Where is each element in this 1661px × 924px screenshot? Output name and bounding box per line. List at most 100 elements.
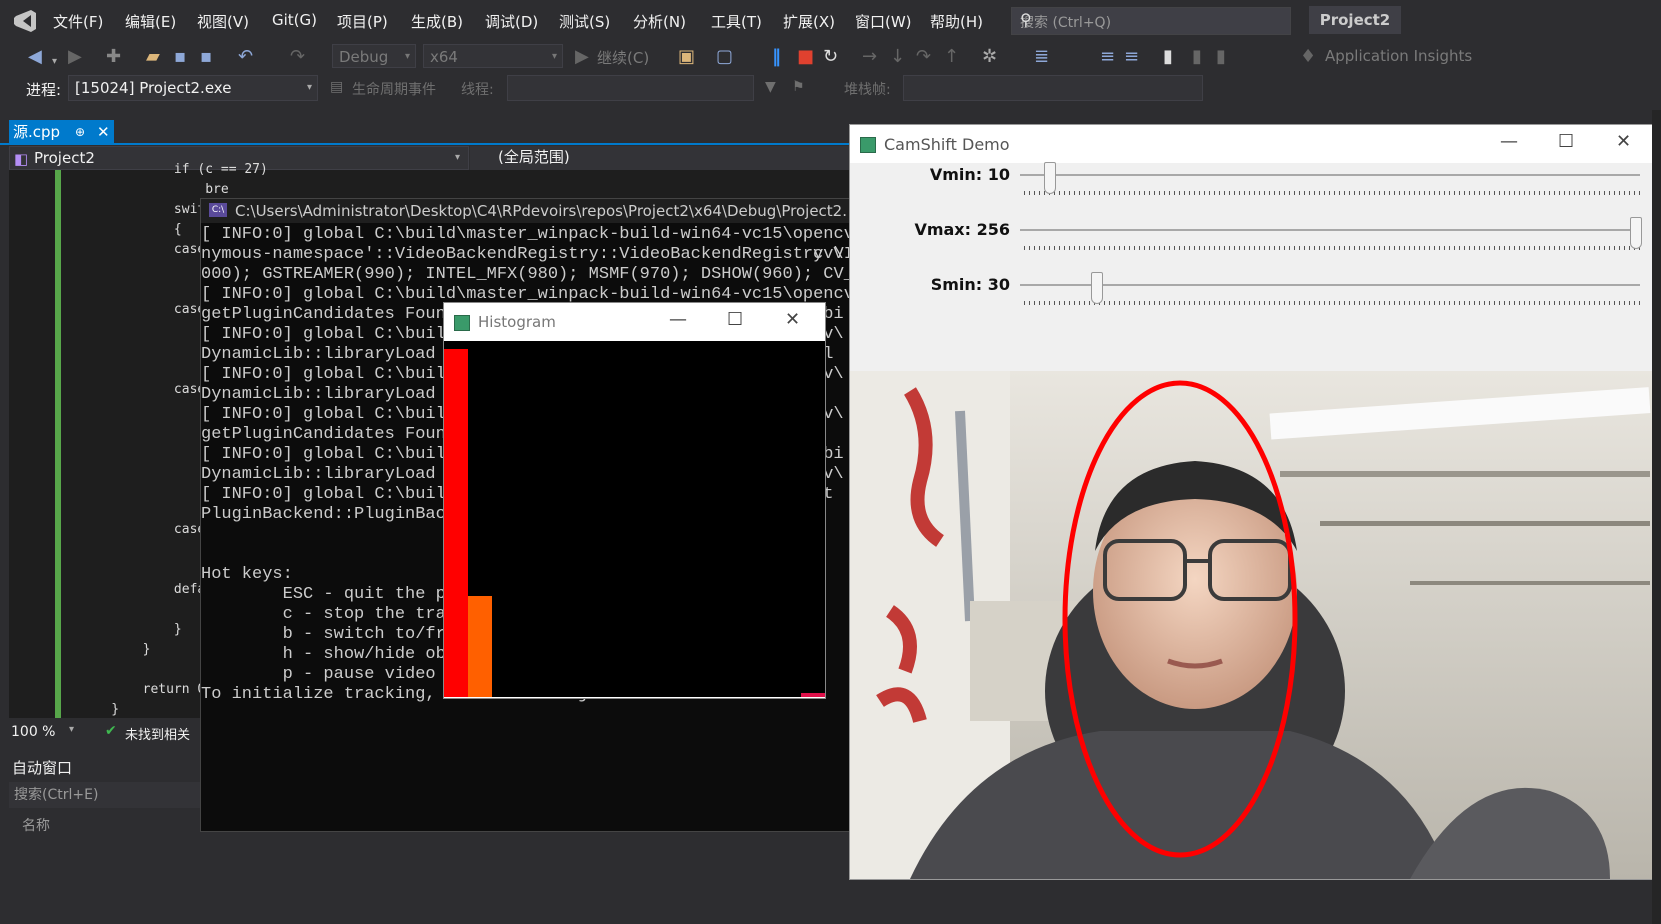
- menu-item[interactable]: 窗口(W): [855, 11, 912, 32]
- redo-icon[interactable]: ↷: [290, 47, 305, 67]
- step-into-icon[interactable]: ↓: [890, 47, 905, 67]
- histogram-window[interactable]: Histogram — ☐ ✕: [443, 302, 826, 699]
- minimize-icon[interactable]: —: [1500, 131, 1518, 152]
- step-over-icon[interactable]: ↷: [916, 47, 931, 67]
- save-all-icon[interactable]: ▪: [200, 47, 212, 67]
- search-box[interactable]: 搜索 (Ctrl+Q) ⚲: [1011, 7, 1291, 35]
- maximize-icon[interactable]: ☐: [1558, 131, 1574, 152]
- menu-item[interactable]: 生成(B): [411, 11, 463, 32]
- comment-icon[interactable]: ≣: [1034, 47, 1049, 67]
- filter-icon[interactable]: ▼: [765, 79, 776, 95]
- tab-source-cpp[interactable]: 源.cpp ⊕ ✕: [9, 120, 114, 144]
- close-icon[interactable]: ✕: [785, 309, 800, 330]
- save-icon[interactable]: ▪: [174, 47, 186, 67]
- step-out-icon[interactable]: ↑: [944, 47, 959, 67]
- process-value: [15024] Project2.exe: [75, 79, 232, 97]
- undo-icon[interactable]: ↶: [238, 47, 253, 67]
- maximize-icon[interactable]: ☐: [727, 309, 743, 330]
- show-next-statement-icon[interactable]: →: [862, 47, 877, 67]
- lifecycle-icon[interactable]: ▤: [330, 79, 343, 95]
- camshift-window[interactable]: CamShift Demo — ☐ ✕ Vmin: 10 Vmax: 256 Smi…: [849, 124, 1654, 880]
- next-bookmark-icon[interactable]: ▮: [1216, 47, 1226, 67]
- pin-icon[interactable]: ⊕: [75, 120, 85, 144]
- menu-item[interactable]: 扩展(X): [783, 11, 835, 32]
- hot-reload-icon[interactable]: ✲: [982, 47, 997, 67]
- menu-item[interactable]: 视图(V): [197, 11, 249, 32]
- menu-item[interactable]: 帮助(H): [930, 11, 983, 32]
- trackbar-track[interactable]: [1020, 284, 1640, 286]
- menu-item[interactable]: 分析(N): [633, 11, 686, 32]
- app-insights-icon[interactable]: ♦: [1300, 47, 1316, 67]
- change-tracking-bar: [55, 170, 61, 718]
- histogram-titlebar[interactable]: Histogram — ☐ ✕: [444, 303, 825, 341]
- camera-frame[interactable]: [850, 371, 1653, 879]
- console-line: c - stop the tra: [201, 605, 446, 624]
- camshift-titlebar[interactable]: CamShift Demo — ☐ ✕: [850, 125, 1653, 163]
- continue-icon[interactable]: ▶: [575, 47, 589, 67]
- app-insights-button[interactable]: Application Insights: [1325, 47, 1472, 65]
- back-dropdown-icon[interactable]: ▾: [52, 52, 57, 72]
- tab-underline: [0, 143, 850, 145]
- visual-studio-logo-icon[interactable]: [12, 8, 38, 34]
- new-project-icon[interactable]: ✚: [106, 47, 121, 67]
- menu-item[interactable]: 工具(T): [711, 11, 762, 32]
- autos-search-input[interactable]: 搜索(Ctrl+E): [9, 782, 209, 808]
- console-line: h - show/hide ob: [201, 645, 446, 664]
- histogram-canvas: [444, 341, 825, 697]
- console-line: [ INFO:0] global C:\build\master_winpack…: [201, 225, 852, 244]
- platform-value: x64: [430, 48, 458, 66]
- screenshot-icon[interactable]: ▢: [716, 47, 733, 67]
- trackbar-ticks: [1024, 246, 1640, 250]
- config-combo[interactable]: Debug ▾: [332, 44, 416, 68]
- stop-debugging-icon[interactable]: ■: [797, 47, 814, 67]
- console-titlebar[interactable]: C:\ C:\Users\Administrator\Desktop\C4\RP…: [201, 199, 851, 223]
- console-line: [ INFO:0] global C:\buil: [201, 485, 446, 504]
- console-line: getPluginCandidates Foun: [201, 425, 446, 444]
- check-icon: ✔: [105, 723, 117, 739]
- close-icon[interactable]: ✕: [1616, 131, 1631, 152]
- platform-combo[interactable]: x64 ▾: [423, 44, 563, 68]
- search-icon: ⚲: [1020, 10, 1032, 29]
- trackbar-thumb[interactable]: [1630, 217, 1642, 249]
- process-icon[interactable]: ▣: [678, 47, 695, 67]
- project-icon: ◧: [14, 150, 29, 168]
- console-line: 000); GSTREAMER(990); INTEL_MFX(980); MS…: [201, 265, 852, 284]
- close-tab-icon[interactable]: ✕: [97, 120, 110, 144]
- indent-icon[interactable]: ≡: [1100, 47, 1115, 67]
- lifecycle-events-button[interactable]: 生命周期事件: [352, 79, 436, 99]
- console-line: [ INFO:0] global C:\buil: [201, 365, 446, 384]
- issues-status[interactable]: 未找到相关: [125, 724, 190, 743]
- process-combo[interactable]: [15024] Project2.exe ▾: [68, 75, 318, 101]
- flag-icon[interactable]: ⚑: [792, 79, 805, 95]
- scope-nav-label: (全局范围): [498, 148, 570, 166]
- menu-item[interactable]: 项目(P): [337, 11, 388, 32]
- break-all-icon[interactable]: ‖: [772, 47, 781, 67]
- code-line: return 0;: [80, 682, 214, 697]
- trackbar-track[interactable]: [1020, 229, 1640, 231]
- open-folder-icon[interactable]: ▰: [146, 47, 160, 67]
- prev-bookmark-icon[interactable]: ▮: [1192, 47, 1202, 67]
- bookmark-icon[interactable]: ▮: [1163, 47, 1173, 67]
- trackbar-track[interactable]: [1020, 174, 1640, 176]
- histogram-bin: [444, 349, 468, 697]
- zoom-level[interactable]: 100 %: [11, 724, 55, 740]
- trackbar-thumb[interactable]: [1043, 162, 1056, 194]
- trackbar-label: Smin: 30: [930, 275, 1010, 294]
- back-icon[interactable]: ◀: [28, 47, 42, 67]
- menu-item[interactable]: 编辑(E): [125, 11, 176, 32]
- minimize-icon[interactable]: —: [669, 309, 687, 330]
- console-line: [ INFO:0] global C:\buil: [201, 325, 446, 344]
- console-line: ESC - quit the pr: [201, 585, 457, 604]
- outdent-icon[interactable]: ≡: [1124, 47, 1139, 67]
- thread-combo[interactable]: [507, 75, 754, 101]
- stackframe-combo[interactable]: [903, 75, 1203, 101]
- menu-item[interactable]: Git(G): [272, 11, 317, 29]
- trackbar-thumb[interactable]: [1091, 272, 1104, 304]
- menu-item[interactable]: 测试(S): [559, 11, 610, 32]
- menu-item[interactable]: 文件(F): [53, 11, 103, 32]
- menu-item[interactable]: 调试(D): [485, 11, 538, 32]
- scope-nav-combo[interactable]: (全局范围): [470, 146, 850, 170]
- restart-icon[interactable]: ↻: [823, 47, 838, 67]
- forward-icon[interactable]: ▶: [68, 47, 82, 67]
- continue-button[interactable]: 继续(C): [597, 47, 649, 68]
